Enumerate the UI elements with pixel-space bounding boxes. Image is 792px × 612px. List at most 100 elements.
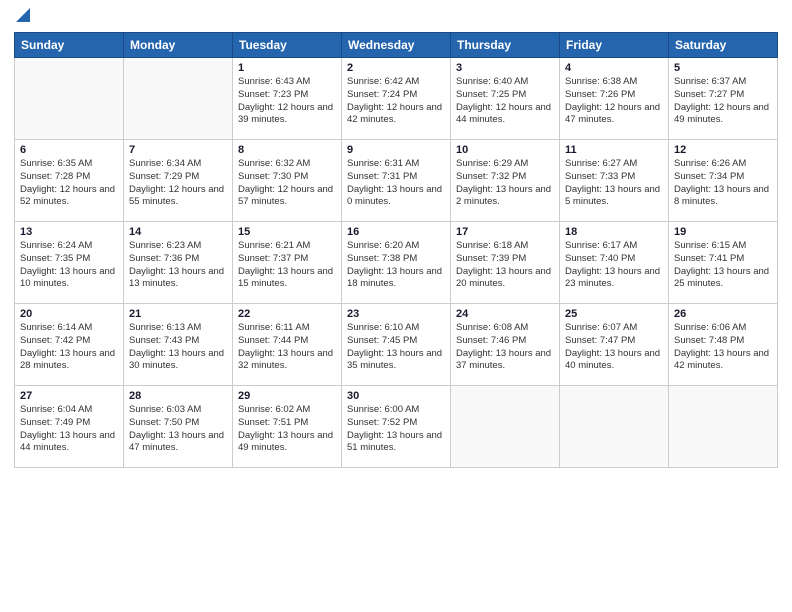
day-number: 22 <box>238 308 336 320</box>
day-number: 4 <box>565 62 663 74</box>
day-number: 27 <box>20 390 118 402</box>
day-number: 11 <box>565 144 663 156</box>
day-info: Sunrise: 6:31 AM Sunset: 7:31 PM Dayligh… <box>347 158 445 209</box>
calendar-week-1: 1 Sunrise: 6:43 AM Sunset: 7:23 PM Daylig… <box>15 58 778 140</box>
day-info: Sunrise: 6:10 AM Sunset: 7:45 PM Dayligh… <box>347 322 445 373</box>
calendar-cell: 27 Sunrise: 6:04 AM Sunset: 7:49 PM Dayli… <box>15 386 124 468</box>
calendar-cell: 30 Sunrise: 6:00 AM Sunset: 7:52 PM Dayli… <box>342 386 451 468</box>
calendar-cell: 21Sunrise: 6:13 AM Sunset: 7:43 PM Dayli… <box>124 304 233 386</box>
calendar-cell: 13 Sunrise: 6:24 AM Sunset: 7:35 PM Dayli… <box>15 222 124 304</box>
day-number: 1 <box>238 62 336 74</box>
day-number: 21 <box>129 308 227 320</box>
calendar-cell: 20 Sunrise: 6:14 AM Sunset: 7:42 PM Dayli… <box>15 304 124 386</box>
day-number: 12 <box>674 144 772 156</box>
day-info: Sunrise: 6:04 AM Sunset: 7:49 PM Dayligh… <box>20 404 118 455</box>
calendar-week-5: 27 Sunrise: 6:04 AM Sunset: 7:49 PM Dayli… <box>15 386 778 468</box>
calendar-cell: 7 Sunrise: 6:34 AM Sunset: 7:29 PM Daylig… <box>124 140 233 222</box>
day-info: Sunrise: 6:26 AM Sunset: 7:34 PM Dayligh… <box>674 158 772 209</box>
page-container: SundayMondayTuesdayWednesdayThursdayFrid… <box>0 0 792 612</box>
calendar-cell: 3Sunrise: 6:40 AM Sunset: 7:25 PM Daylig… <box>451 58 560 140</box>
calendar-cell: 24Sunrise: 6:08 AM Sunset: 7:46 PM Dayli… <box>451 304 560 386</box>
day-number: 15 <box>238 226 336 238</box>
calendar-cell: 16 Sunrise: 6:20 AM Sunset: 7:38 PM Dayli… <box>342 222 451 304</box>
day-number: 5 <box>674 62 772 74</box>
day-info: Sunrise: 6:29 AM Sunset: 7:32 PM Dayligh… <box>456 158 554 209</box>
calendar-cell: 26 Sunrise: 6:06 AM Sunset: 7:48 PM Dayli… <box>669 304 778 386</box>
calendar-cell: 4 Sunrise: 6:38 AM Sunset: 7:26 PM Daylig… <box>560 58 669 140</box>
calendar-cell: 8 Sunrise: 6:32 AM Sunset: 7:30 PM Daylig… <box>233 140 342 222</box>
calendar-cell: 15 Sunrise: 6:21 AM Sunset: 7:37 PM Dayli… <box>233 222 342 304</box>
day-number: 16 <box>347 226 445 238</box>
day-number: 20 <box>20 308 118 320</box>
calendar-cell <box>124 58 233 140</box>
day-number: 2 <box>347 62 445 74</box>
day-number: 7 <box>129 144 227 156</box>
day-number: 26 <box>674 308 772 320</box>
day-number: 8 <box>238 144 336 156</box>
day-info: Sunrise: 6:24 AM Sunset: 7:35 PM Dayligh… <box>20 240 118 291</box>
weekday-header-monday: Monday <box>124 33 233 58</box>
calendar-cell: 14 Sunrise: 6:23 AM Sunset: 7:36 PM Dayli… <box>124 222 233 304</box>
calendar-cell: 12 Sunrise: 6:26 AM Sunset: 7:34 PM Dayli… <box>669 140 778 222</box>
day-info: Sunrise: 6:23 AM Sunset: 7:36 PM Dayligh… <box>129 240 227 291</box>
weekday-header-wednesday: Wednesday <box>342 33 451 58</box>
day-info: Sunrise: 6:32 AM Sunset: 7:30 PM Dayligh… <box>238 158 336 209</box>
calendar-cell: 10 Sunrise: 6:29 AM Sunset: 7:32 PM Dayli… <box>451 140 560 222</box>
calendar-cell: 25Sunrise: 6:07 AM Sunset: 7:47 PM Dayli… <box>560 304 669 386</box>
day-info: Sunrise: 6:38 AM Sunset: 7:26 PM Dayligh… <box>565 76 663 127</box>
calendar-cell: 9Sunrise: 6:31 AM Sunset: 7:31 PM Daylig… <box>342 140 451 222</box>
calendar-week-4: 20 Sunrise: 6:14 AM Sunset: 7:42 PM Dayli… <box>15 304 778 386</box>
calendar-cell <box>15 58 124 140</box>
calendar-cell: 11Sunrise: 6:27 AM Sunset: 7:33 PM Dayli… <box>560 140 669 222</box>
weekday-header-tuesday: Tuesday <box>233 33 342 58</box>
calendar-cell: 6 Sunrise: 6:35 AM Sunset: 7:28 PM Daylig… <box>15 140 124 222</box>
logo <box>14 10 30 26</box>
calendar-cell: 28 Sunrise: 6:03 AM Sunset: 7:50 PM Dayli… <box>124 386 233 468</box>
calendar-cell: 19 Sunrise: 6:15 AM Sunset: 7:41 PM Dayli… <box>669 222 778 304</box>
day-info: Sunrise: 6:06 AM Sunset: 7:48 PM Dayligh… <box>674 322 772 373</box>
calendar-cell <box>669 386 778 468</box>
day-info: Sunrise: 6:37 AM Sunset: 7:27 PM Dayligh… <box>674 76 772 127</box>
day-number: 29 <box>238 390 336 402</box>
day-info: Sunrise: 6:40 AM Sunset: 7:25 PM Dayligh… <box>456 76 554 127</box>
day-info: Sunrise: 6:17 AM Sunset: 7:40 PM Dayligh… <box>565 240 663 291</box>
day-info: Sunrise: 6:34 AM Sunset: 7:29 PM Dayligh… <box>129 158 227 209</box>
day-number: 23 <box>347 308 445 320</box>
day-info: Sunrise: 6:00 AM Sunset: 7:52 PM Dayligh… <box>347 404 445 455</box>
day-info: Sunrise: 6:18 AM Sunset: 7:39 PM Dayligh… <box>456 240 554 291</box>
calendar-cell <box>451 386 560 468</box>
calendar-week-3: 13 Sunrise: 6:24 AM Sunset: 7:35 PM Dayli… <box>15 222 778 304</box>
day-number: 10 <box>456 144 554 156</box>
day-number: 6 <box>20 144 118 156</box>
day-number: 25 <box>565 308 663 320</box>
day-info: Sunrise: 6:03 AM Sunset: 7:50 PM Dayligh… <box>129 404 227 455</box>
calendar-week-2: 6 Sunrise: 6:35 AM Sunset: 7:28 PM Daylig… <box>15 140 778 222</box>
day-number: 17 <box>456 226 554 238</box>
day-number: 13 <box>20 226 118 238</box>
day-info: Sunrise: 6:43 AM Sunset: 7:23 PM Dayligh… <box>238 76 336 127</box>
day-number: 19 <box>674 226 772 238</box>
calendar-cell: 22Sunrise: 6:11 AM Sunset: 7:44 PM Dayli… <box>233 304 342 386</box>
day-info: Sunrise: 6:08 AM Sunset: 7:46 PM Dayligh… <box>456 322 554 373</box>
day-info: Sunrise: 6:14 AM Sunset: 7:42 PM Dayligh… <box>20 322 118 373</box>
weekday-header-saturday: Saturday <box>669 33 778 58</box>
day-number: 14 <box>129 226 227 238</box>
calendar-cell: 29 Sunrise: 6:02 AM Sunset: 7:51 PM Dayli… <box>233 386 342 468</box>
day-info: Sunrise: 6:42 AM Sunset: 7:24 PM Dayligh… <box>347 76 445 127</box>
day-info: Sunrise: 6:02 AM Sunset: 7:51 PM Dayligh… <box>238 404 336 455</box>
header <box>14 10 778 26</box>
calendar-cell: 5 Sunrise: 6:37 AM Sunset: 7:27 PM Daylig… <box>669 58 778 140</box>
calendar-cell <box>560 386 669 468</box>
day-info: Sunrise: 6:15 AM Sunset: 7:41 PM Dayligh… <box>674 240 772 291</box>
calendar-cell: 23 Sunrise: 6:10 AM Sunset: 7:45 PM Dayli… <box>342 304 451 386</box>
weekday-header-friday: Friday <box>560 33 669 58</box>
day-number: 30 <box>347 390 445 402</box>
day-info: Sunrise: 6:35 AM Sunset: 7:28 PM Dayligh… <box>20 158 118 209</box>
day-info: Sunrise: 6:21 AM Sunset: 7:37 PM Dayligh… <box>238 240 336 291</box>
calendar-cell: 1 Sunrise: 6:43 AM Sunset: 7:23 PM Daylig… <box>233 58 342 140</box>
weekday-header-thursday: Thursday <box>451 33 560 58</box>
day-info: Sunrise: 6:20 AM Sunset: 7:38 PM Dayligh… <box>347 240 445 291</box>
day-number: 28 <box>129 390 227 402</box>
weekday-header-sunday: Sunday <box>15 33 124 58</box>
logo-triangle-icon <box>16 8 30 26</box>
